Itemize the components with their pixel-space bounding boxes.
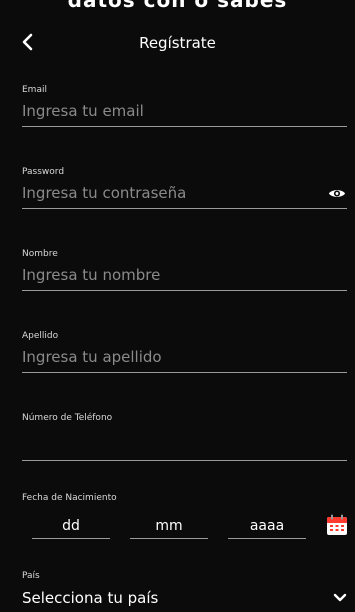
nombre-label: Nombre: [22, 249, 58, 259]
apellido-field-group: Apellido: [22, 330, 347, 373]
email-label: Email: [22, 85, 47, 95]
country-selected-value: Selecciona tu país: [22, 589, 159, 607]
apellido-label: Apellido: [22, 331, 59, 341]
country-group: País Selecciona tu país: [22, 570, 347, 612]
birth-day-underline: [32, 538, 110, 539]
password-label: Password: [22, 167, 65, 177]
telefono-underline: [22, 460, 347, 461]
birth-month: [130, 514, 208, 540]
password-field-group: Password: [22, 166, 347, 209]
email-input[interactable]: [22, 96, 347, 126]
top-cutoff-text: datos con o sabes: [0, 0, 355, 8]
apellido-input[interactable]: [22, 342, 347, 372]
country-label: País: [22, 571, 40, 581]
birth-month-input[interactable]: [130, 514, 208, 538]
eye-icon[interactable]: [327, 185, 347, 201]
telefono-label: Número de Teléfono: [22, 413, 113, 423]
nombre-field-group: Nombre: [22, 248, 347, 291]
apellido-underline: [22, 372, 347, 373]
email-field-group: Email: [22, 84, 347, 127]
nombre-input[interactable]: [22, 260, 347, 290]
nombre-underline: [22, 290, 347, 291]
birth-day: [32, 514, 110, 540]
birthdate-label: Fecha de Nacimiento: [22, 493, 117, 503]
birthdate-group: Fecha de Nacimiento: [22, 492, 347, 548]
birth-year-input[interactable]: [228, 514, 306, 538]
birth-month-underline: [130, 538, 208, 539]
telefono-input[interactable]: [22, 424, 347, 460]
page-title: Regístrate: [139, 34, 216, 52]
password-input[interactable]: [22, 178, 347, 208]
email-underline: [22, 126, 347, 127]
birth-year-underline: [228, 538, 306, 539]
telefono-field-group: Número de Teléfono: [22, 412, 347, 461]
password-underline: [22, 208, 347, 209]
chevron-down-icon: [333, 593, 347, 603]
country-select[interactable]: Selecciona tu país: [22, 584, 347, 612]
header-bar: Regístrate: [0, 24, 355, 64]
birth-day-input[interactable]: [32, 514, 110, 538]
calendar-icon[interactable]: [326, 514, 348, 536]
birth-year: [228, 514, 306, 540]
register-screen: datos con o sabes Regístrate Email Passw…: [0, 0, 355, 612]
